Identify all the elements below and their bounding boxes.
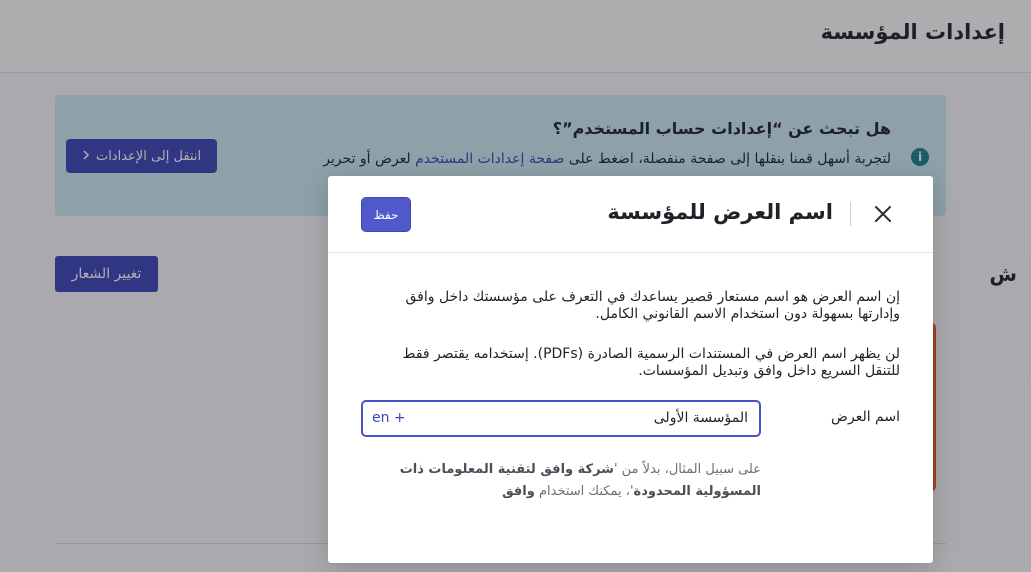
description-paragraph-1: إن اسم العرض هو اسم مستعار قصير يساعدك ف… <box>405 289 900 322</box>
display-name-label: اسم العرض <box>831 409 900 425</box>
modal-title: اسم العرض للمؤسسة <box>607 200 833 224</box>
modal-header: اسم العرض للمؤسسة حفظ <box>328 176 933 253</box>
example-hint: على سبيل المثال، بدلاً من 'شركة وافق لتق… <box>361 459 761 503</box>
save-button[interactable]: حفظ <box>361 197 411 232</box>
description-paragraph-2: لن يظهر اسم العرض في المستندات الرسمية ا… <box>402 346 900 379</box>
hint-prefix: على سبيل المثال، بدلاً من ' <box>613 462 761 477</box>
header-divider <box>850 202 851 226</box>
display-name-modal: اسم العرض للمؤسسة حفظ إن اسم العرض هو اس… <box>328 176 933 563</box>
hint-short-name: وافق <box>502 484 535 499</box>
display-name-value: المؤسسة الأولى <box>653 410 748 426</box>
close-icon[interactable] <box>873 204 893 224</box>
display-name-input[interactable]: المؤسسة الأولى en + <box>361 400 761 437</box>
hint-middle: '، يمكنك استخدام <box>534 484 634 499</box>
add-language-button[interactable]: en + <box>372 410 406 426</box>
